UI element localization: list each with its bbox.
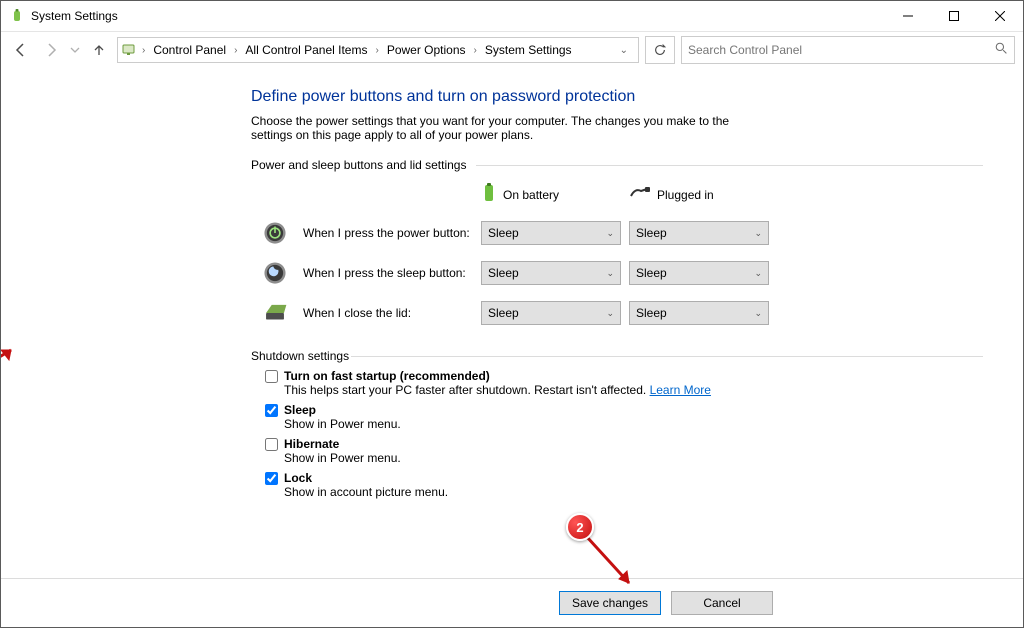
shutdown-group-label: Shutdown settings [251, 349, 983, 363]
chevron-down-icon: ⌄ [606, 308, 614, 319]
page-subtext: Choose the power settings that you want … [251, 114, 771, 142]
fast-startup-checkbox[interactable] [265, 370, 278, 383]
navbar: › Control Panel › All Control Panel Item… [1, 32, 1023, 68]
footer: Save changes Cancel [1, 578, 1023, 627]
window: System Settings [0, 0, 1024, 628]
chevron-down-icon: ⌄ [606, 228, 614, 239]
power-grid: On battery Plugged in When I press the p… [261, 182, 983, 327]
breadcrumb[interactable]: System Settings [481, 43, 576, 57]
content: Define power buttons and turn on passwor… [1, 68, 1023, 627]
address-bar[interactable]: › Control Panel › All Control Panel Item… [117, 37, 639, 63]
back-button[interactable] [9, 38, 33, 62]
shutdown-item-lock: Lock Show in account picture menu. [265, 471, 983, 499]
annotation-arrow-2 [583, 531, 643, 595]
chevron-down-icon: ⌄ [754, 308, 762, 319]
chevron-right-icon[interactable]: › [373, 45, 380, 56]
sleep-battery-dropdown[interactable]: Sleep⌄ [481, 261, 621, 285]
search-input[interactable]: Search Control Panel [681, 36, 1015, 64]
search-placeholder: Search Control Panel [688, 43, 995, 57]
sleep-plugged-dropdown[interactable]: Sleep⌄ [629, 261, 769, 285]
breadcrumb[interactable]: Control Panel [149, 43, 230, 57]
power-button-icon [261, 219, 289, 247]
learn-more-link[interactable]: Learn More [650, 383, 711, 397]
plug-icon [629, 186, 651, 203]
breadcrumb[interactable]: All Control Panel Items [241, 43, 371, 57]
cancel-button[interactable]: Cancel [671, 591, 773, 615]
chevron-down-icon: ⌄ [606, 268, 614, 279]
column-battery: On battery [481, 182, 621, 207]
annotation-arrow-1 [1, 344, 23, 378]
window-title: System Settings [31, 9, 118, 23]
shutdown-item-fast-startup: Turn on fast startup (recommended) This … [265, 369, 983, 397]
up-button[interactable] [87, 38, 111, 62]
minimize-button[interactable] [885, 1, 931, 31]
control-panel-icon [122, 42, 138, 58]
lid-plugged-dropdown[interactable]: Sleep⌄ [629, 301, 769, 325]
refresh-button[interactable] [645, 36, 675, 64]
lock-checkbox[interactable] [265, 472, 278, 485]
chevron-right-icon[interactable]: › [472, 45, 479, 56]
power-group-label: Power and sleep buttons and lid settings [251, 158, 983, 172]
power-plugged-dropdown[interactable]: Sleep⌄ [629, 221, 769, 245]
maximize-button[interactable] [931, 1, 977, 31]
search-icon [995, 42, 1008, 58]
column-plugged: Plugged in [629, 186, 769, 203]
shutdown-list: Turn on fast startup (recommended) This … [265, 369, 983, 499]
lid-battery-dropdown[interactable]: Sleep⌄ [481, 301, 621, 325]
chevron-down-icon[interactable]: ⌄ [620, 45, 634, 56]
breadcrumb[interactable]: Power Options [383, 43, 470, 57]
chevron-down-icon: ⌄ [754, 228, 762, 239]
row-label: When I press the power button: [303, 226, 473, 240]
shutdown-item-hibernate: Hibernate Show in Power menu. [265, 437, 983, 465]
forward-button[interactable] [39, 38, 63, 62]
sleep-button-icon [261, 259, 289, 287]
page-title: Define power buttons and turn on passwor… [251, 88, 983, 106]
sleep-checkbox[interactable] [265, 404, 278, 417]
recent-chevron-icon[interactable] [69, 38, 81, 62]
app-icon [9, 8, 25, 24]
shutdown-item-sleep: Sleep Show in Power menu. [265, 403, 983, 431]
row-label: When I close the lid: [303, 306, 473, 320]
annotation-badge-2: 2 [566, 513, 594, 541]
row-label: When I press the sleep button: [303, 266, 473, 280]
hibernate-checkbox[interactable] [265, 438, 278, 451]
window-controls [885, 1, 1023, 31]
chevron-right-icon[interactable]: › [232, 45, 239, 56]
laptop-lid-icon [261, 299, 289, 327]
close-button[interactable] [977, 1, 1023, 31]
titlebar: System Settings [1, 1, 1023, 32]
chevron-right-icon[interactable]: › [140, 45, 147, 56]
battery-icon [481, 182, 497, 207]
chevron-down-icon: ⌄ [754, 268, 762, 279]
power-battery-dropdown[interactable]: Sleep⌄ [481, 221, 621, 245]
